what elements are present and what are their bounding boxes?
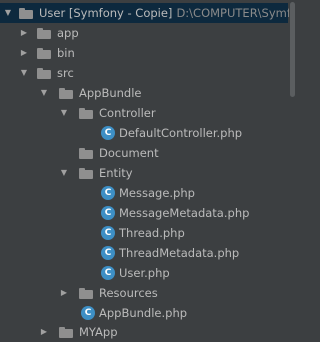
folder-icon [59, 327, 73, 338]
project-name: User [Symfony - Copie] [39, 6, 173, 20]
vertical-scrollbar[interactable] [289, 0, 296, 342]
tree-node-label: DefaultController.php [119, 126, 243, 140]
folder-icon [59, 88, 73, 99]
tree-node-document[interactable]: Document [0, 143, 288, 163]
tree-node-src[interactable]: ▼ src [0, 63, 288, 83]
tree-node-label: AppBundle [79, 86, 142, 100]
tree-node-root[interactable]: ▼ User [Symfony - Copie] D:\COMPUTER\Symf… [0, 3, 296, 23]
folder-icon [19, 8, 33, 19]
php-class-icon: C [101, 186, 115, 200]
tree-node-appbundle[interactable]: ▼ AppBundle [0, 83, 288, 103]
tree-node-label: Document [99, 146, 159, 160]
tree-node-label: User.php [119, 266, 170, 280]
tree-node-label: bin [57, 46, 75, 60]
php-class-icon: C [101, 126, 115, 140]
tree-node-defaultcontroller[interactable]: C DefaultController.php [0, 123, 288, 143]
chevron-right-icon[interactable]: ▶ [19, 43, 29, 63]
tree-node-label: Resources [99, 286, 158, 300]
project-tree: ▼ User [Symfony - Copie] D:\COMPUTER\Symf… [0, 0, 296, 342]
tree-node-messagemetadata[interactable]: C MessageMetadata.php [0, 203, 288, 223]
tree-node-label: Entity [99, 166, 133, 180]
folder-icon [79, 168, 93, 179]
chevron-down-icon[interactable]: ▼ [59, 103, 69, 123]
tree-node-label: Thread.php [119, 226, 185, 240]
folder-icon [79, 108, 93, 119]
folder-icon [37, 28, 51, 39]
chevron-right-icon[interactable]: ▶ [59, 283, 69, 303]
php-class-icon: C [101, 206, 115, 220]
chevron-down-icon[interactable]: ▼ [3, 3, 13, 23]
tree-node-bin[interactable]: ▶ bin [0, 43, 288, 63]
tree-node-label: src [57, 66, 74, 80]
tree-node-label: Message.php [119, 186, 195, 200]
folder-icon [79, 148, 93, 159]
tree-node-appbundle-php[interactable]: C AppBundle.php [0, 303, 288, 323]
chevron-right-icon[interactable]: ▶ [39, 322, 49, 342]
folder-icon [37, 68, 51, 79]
tree-node-controller[interactable]: ▼ Controller [0, 103, 288, 123]
tree-node-user[interactable]: C User.php [0, 263, 288, 283]
php-class-icon: C [101, 226, 115, 240]
tree-node-entity[interactable]: ▼ Entity [0, 163, 288, 183]
chevron-down-icon[interactable]: ▼ [59, 163, 69, 183]
chevron-down-icon[interactable]: ▼ [19, 63, 29, 83]
tree-node-thread[interactable]: C Thread.php [0, 223, 288, 243]
php-class-icon: C [101, 246, 115, 260]
tree-node-threadmetadata[interactable]: C ThreadMetadata.php [0, 243, 288, 263]
tree-node-label: AppBundle.php [99, 306, 188, 320]
tree-node-label: ThreadMetadata.php [119, 246, 240, 260]
php-class-icon: C [81, 306, 95, 320]
scrollbar-thumb[interactable] [290, 2, 295, 97]
tree-node-myapp[interactable]: ▶ MYApp [0, 322, 288, 342]
folder-icon [79, 288, 93, 299]
tree-node-app[interactable]: ▶ app [0, 23, 288, 43]
tree-node-label: Controller [99, 106, 156, 120]
tree-node-label: MessageMetadata.php [119, 206, 250, 220]
chevron-right-icon[interactable]: ▶ [19, 23, 29, 43]
tree-node-message[interactable]: C Message.php [0, 183, 288, 203]
folder-icon [37, 48, 51, 59]
tree-node-resources[interactable]: ▶ Resources [0, 283, 288, 303]
tree-node-label: MYApp [79, 325, 118, 339]
project-path: D:\COMPUTER\Symfon [176, 6, 296, 20]
tree-node-label: User [Symfony - Copie] D:\COMPUTER\Symfon [39, 3, 296, 23]
php-class-icon: C [101, 266, 115, 280]
tree-node-label: app [57, 26, 79, 40]
chevron-down-icon[interactable]: ▼ [39, 83, 49, 103]
